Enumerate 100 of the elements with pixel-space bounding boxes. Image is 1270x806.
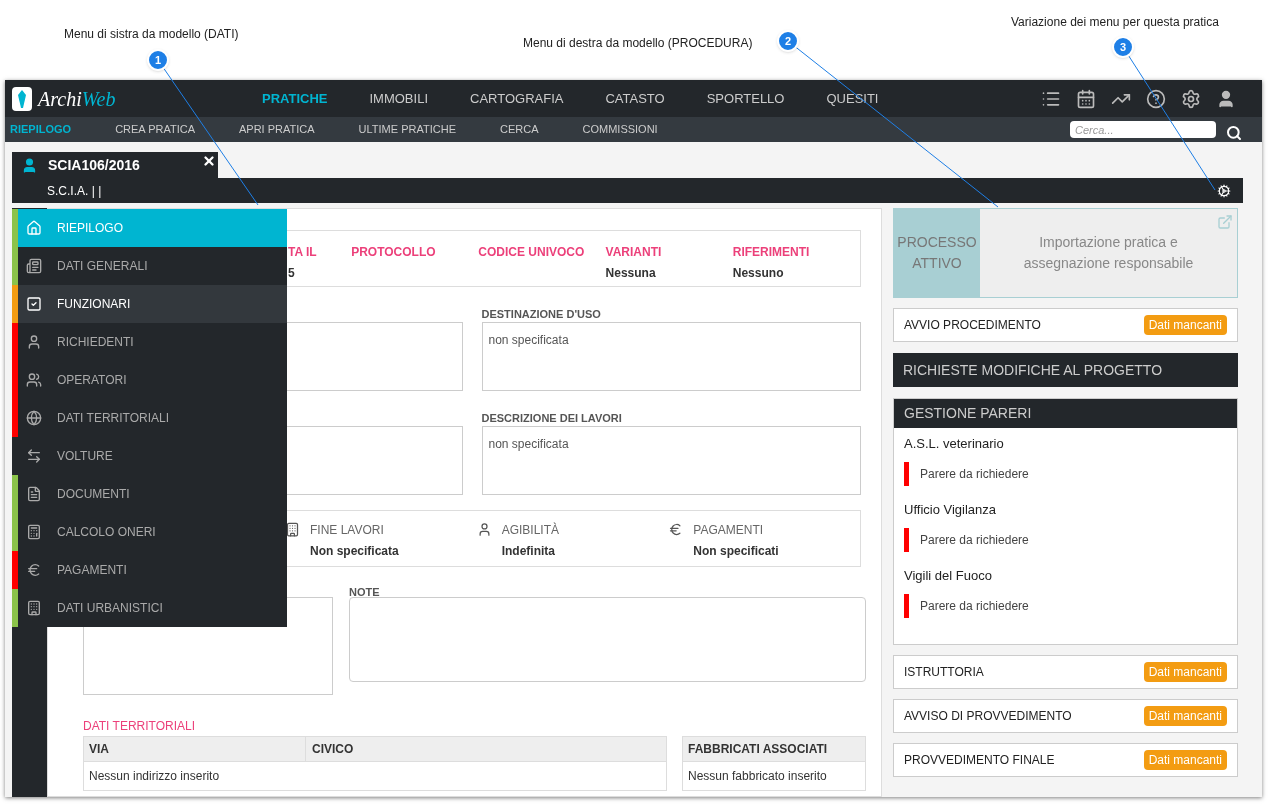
main-menu-item[interactable]: CATASTO [605, 88, 665, 109]
callout-text: Variazione dei menu per questa pratica [1011, 14, 1219, 31]
process-label: PROCESSO ATTIVO [896, 233, 978, 273]
calculator-icon [26, 524, 42, 540]
status-label: AGIBILITÀ [501, 521, 560, 539]
text-area[interactable]: non specificata [481, 426, 861, 495]
left-menu-item[interactable]: DOCUMENTI [12, 475, 287, 513]
left-menu-item[interactable]: VOLTURE [12, 437, 287, 475]
empty-row-text: Nessun fabbricato inserito [688, 768, 827, 785]
summary-heading: TA IL [288, 244, 318, 261]
authority-name: A.S.L. veterinario [904, 435, 1005, 453]
status-label: PAGAMENTI [693, 522, 765, 539]
step-title: AVVIO PROCEDIMENTO [904, 317, 1041, 334]
summary-heading: CODICE UNIVOCO [478, 244, 586, 261]
sub-menu-item[interactable]: COMMISSIONI [582, 121, 658, 138]
status-value: Non specificata [310, 543, 399, 560]
arrows-icon [26, 448, 42, 464]
table-header: CIVICO [311, 741, 354, 758]
opinion-status: Parere da richiedere [920, 465, 1029, 483]
document-icon [26, 486, 42, 502]
search-icon[interactable] [1226, 124, 1242, 141]
table-header: FABBRICATI ASSOCIATI [687, 741, 828, 758]
opinion-status: Parere da richiedere [920, 531, 1029, 549]
step-card[interactable]: ISTRUTTORIA Dati mancanti [893, 655, 1238, 689]
main-menu-item[interactable]: CARTOGRAFIA [470, 88, 564, 109]
authority-name: Vigili del Fuoco [904, 567, 993, 585]
empty-row-text: Nessun indirizzo inserito [89, 768, 220, 785]
table-header: VIA [84, 736, 306, 762]
summary-value: Nessuna [605, 265, 657, 282]
text-area[interactable]: non specificata [481, 322, 861, 391]
user-icon [26, 334, 42, 350]
process-description: Importazione pratica e assegnazione responsabile [1022, 233, 1195, 273]
step-card[interactable]: PROVVEDIMENTO FINALE Dati mancanti [893, 743, 1238, 777]
left-menu-item[interactable]: DATI TERRITORIALI [12, 399, 287, 437]
callout-text: Menu di destra da modello (PROCEDURA) [523, 35, 753, 52]
callout-badge: 3 [1112, 36, 1134, 58]
sub-menu-item[interactable]: CREA PRATICA [115, 121, 195, 138]
missing-data-badge: Dati mancanti [1143, 315, 1227, 335]
section-title: RICHIESTE MODIFICHE AL PROGETTO [903, 360, 1163, 380]
main-menu-item[interactable]: SPORTELLO [706, 88, 785, 109]
callout-badge: 1 [147, 49, 169, 71]
summary-heading: RIFERIMENTI [732, 244, 811, 261]
step-title: ISTRUTTORIA [904, 664, 984, 681]
globe-icon [26, 410, 42, 426]
users-icon [26, 372, 42, 388]
missing-data-badge: Dati mancanti [1143, 750, 1227, 770]
step-card[interactable]: AVVIO PROCEDIMENTO Dati mancanti [893, 308, 1238, 342]
status-label: FINE LAVORI [310, 522, 385, 539]
user-icon [476, 522, 492, 537]
gears-icon[interactable] [1217, 183, 1231, 198]
left-menu-item[interactable]: RICHIEDENTI [12, 323, 287, 361]
left-menu-item[interactable]: DATI URBANISTICI [12, 589, 287, 627]
status-value: Non specificati [693, 543, 779, 560]
sub-menu-item[interactable]: APRI PRATICA [239, 121, 315, 138]
group-title: GESTIONE PARERI [904, 404, 1032, 423]
section-header[interactable]: RICHIESTE MODIFICHE AL PROGETTO [893, 353, 1238, 387]
callout-badge: 2 [777, 30, 799, 52]
left-menu-item[interactable]: CALCOLO ONERI [12, 513, 287, 551]
summary-value: Nessuno [732, 265, 785, 282]
logo-icon [12, 86, 32, 111]
step-title: PROVVEDIMENTO FINALE [904, 752, 1055, 769]
main-menu-item[interactable]: IMMOBILI [369, 88, 428, 109]
sub-menu-item[interactable]: CERCA [500, 121, 539, 138]
note-field[interactable] [349, 597, 866, 682]
sub-menu-item[interactable]: RIEPILOGO [10, 121, 72, 138]
status-value: Indefinita [501, 543, 556, 560]
home-icon [26, 220, 42, 236]
search-field[interactable]: Cerca... [1070, 121, 1216, 138]
case-code: SCIA106/2016 [48, 155, 140, 175]
summary-heading: VARIANTI [605, 244, 663, 261]
main-menu-item[interactable]: PRATICHE [262, 88, 328, 109]
list-icon [26, 258, 42, 274]
user-icon[interactable] [1216, 88, 1236, 109]
building-icon [26, 600, 42, 616]
callout-text: Menu di sistra da modello (DATI) [64, 26, 239, 43]
summary-heading: PROTOCOLLO [351, 244, 437, 261]
field-label: DESTINAZIONE D'USO [481, 307, 602, 322]
missing-data-badge: Dati mancanti [1143, 662, 1227, 682]
step-title: AVVISO DI PROVVEDIMENTO [904, 708, 1072, 725]
user-icon [21, 156, 38, 174]
authority-name: Ufficio Vigilanza [904, 501, 997, 519]
euro-icon [26, 562, 42, 578]
building-icon [285, 522, 300, 537]
logo-text: ArchiWeb [38, 86, 116, 112]
section-title: DATI TERRITORIALI [83, 718, 197, 735]
field-label: DESCRIZIONE DEI LAVORI [481, 411, 623, 426]
checkbox-icon [26, 296, 42, 312]
left-menu-item[interactable]: PAGAMENTI [12, 551, 287, 589]
opinion-status: Parere da richiedere [920, 597, 1029, 615]
summary-value: 5 [288, 265, 296, 282]
left-menu-item[interactable]: OPERATORI [12, 361, 287, 399]
settings-icon[interactable] [1181, 88, 1201, 109]
calendar-icon[interactable] [1076, 88, 1096, 109]
close-icon[interactable] [202, 154, 216, 168]
missing-data-badge: Dati mancanti [1143, 706, 1227, 726]
step-card[interactable]: AVVISO DI PROVVEDIMENTO Dati mancanti [893, 699, 1238, 733]
help-icon[interactable] [1146, 88, 1166, 109]
case-type: S.C.I.A. | | [47, 182, 102, 200]
left-menu-item[interactable]: FUNZIONARI [12, 285, 287, 323]
sub-menu-item[interactable]: ULTIME PRATICHE [358, 121, 456, 138]
